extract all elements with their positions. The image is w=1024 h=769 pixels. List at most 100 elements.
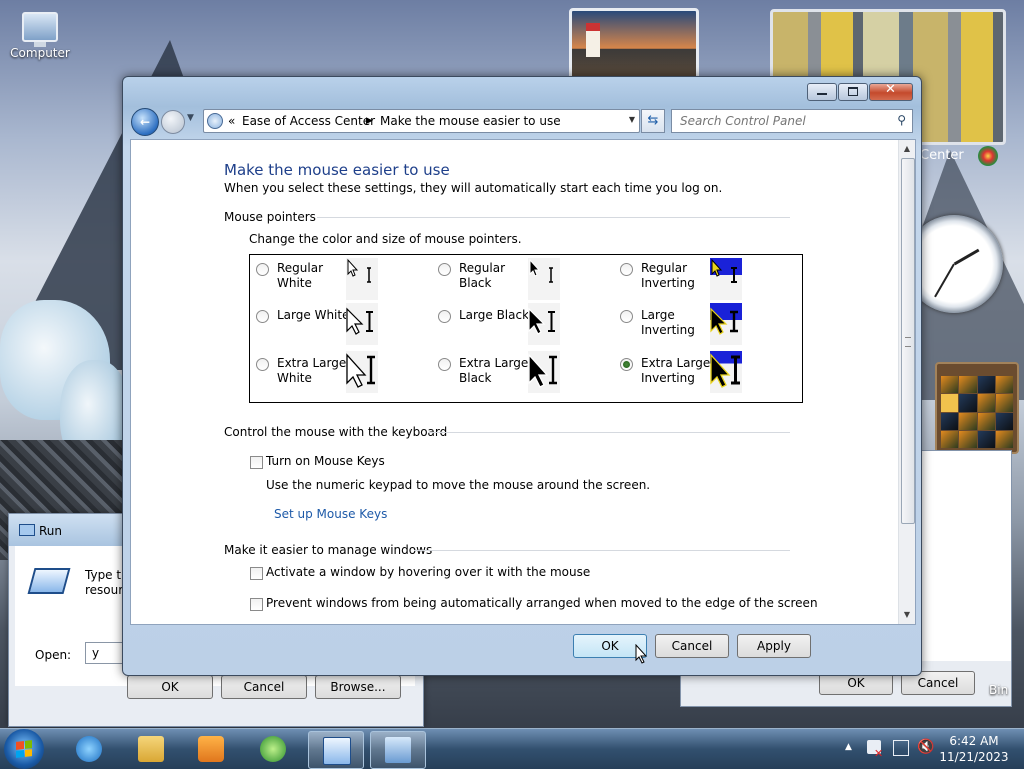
search-input[interactable] [678, 110, 882, 132]
run-program-icon [27, 568, 71, 594]
radio-extra-large-black[interactable] [438, 358, 451, 371]
breadcrumb-overflow[interactable]: « [228, 114, 235, 128]
preview-extra-large-black [528, 351, 560, 393]
run-title: Run [39, 524, 63, 538]
scroll-down-icon[interactable]: ▼ [899, 608, 915, 622]
puzzle-grid [941, 376, 1013, 448]
section-mouse-pointers: Mouse pointers [224, 210, 316, 224]
taskbar-control-panel[interactable] [370, 731, 426, 769]
forward-button[interactable] [161, 110, 185, 134]
preview-large-white [346, 303, 378, 345]
option-label: Regular Inverting [641, 261, 695, 290]
media-center-icon [260, 736, 286, 762]
windows-orb-icon [978, 146, 998, 166]
minimize-button[interactable] [807, 83, 837, 101]
option-label: Large White [277, 308, 350, 322]
prevent-arrange-checkbox[interactable] [250, 598, 263, 611]
pointer-instruction: Change the color and size of mouse point… [249, 232, 522, 246]
radio-extra-large-inverting[interactable] [620, 358, 633, 371]
breadcrumb-separator-icon[interactable]: ▶ [366, 116, 373, 126]
radio-extra-large-white[interactable] [256, 358, 269, 371]
center-partial-label: Center [920, 148, 964, 163]
radio-large-inverting[interactable] [620, 310, 633, 323]
run-icon [19, 524, 35, 536]
mouse-cursor-icon [635, 644, 648, 664]
taskbar-windows-media-center[interactable] [246, 731, 300, 767]
run-cancel-button[interactable]: Cancel [221, 675, 307, 699]
refresh-icon: ⇆ [647, 113, 659, 128]
action-center-alert-icon: ✕ [874, 747, 884, 760]
network-icon[interactable] [893, 740, 909, 756]
clock-time: 6:42 AM [949, 734, 999, 748]
search-box[interactable]: ⚲ [671, 109, 913, 133]
folder-icon [138, 736, 164, 762]
taskbar-internet-explorer[interactable] [62, 731, 116, 767]
run-open-label: Open: [35, 648, 72, 662]
scroll-up-icon[interactable]: ▲ [899, 142, 915, 156]
preview-extra-large-white [346, 351, 378, 393]
breadcrumb-ease-of-access[interactable]: Ease of Access Center [242, 114, 375, 128]
back-button[interactable]: ← [131, 108, 159, 136]
option-label: Extra Large White [277, 356, 347, 385]
windows-logo-icon [16, 740, 32, 758]
show-hidden-icons-arrow[interactable]: ▲ [845, 742, 852, 752]
section-divider [428, 432, 790, 433]
desktop-icon-computer[interactable]: Computer [8, 8, 72, 60]
close-button[interactable]: ✕ [869, 82, 913, 101]
system-clock[interactable]: 6:42 AM 11/21/2023 [935, 733, 1013, 765]
start-button[interactable] [4, 729, 44, 769]
taskbar-explorer[interactable] [124, 731, 178, 767]
scroll-thumb[interactable] [901, 158, 915, 524]
option-label: Extra Large Inverting [641, 356, 711, 385]
radio-regular-inverting[interactable] [620, 263, 633, 276]
clock-hour-hand [953, 248, 980, 266]
mouse-keys-label[interactable]: Turn on Mouse Keys [266, 454, 385, 468]
page-subtitle: When you select these settings, they wil… [224, 181, 723, 195]
vertical-scrollbar[interactable]: ▲ ▼ [898, 140, 915, 624]
cancel-button[interactable]: Cancel [655, 634, 729, 658]
lighthouse-image [586, 23, 600, 57]
picture-puzzle-gadget[interactable] [935, 362, 1019, 454]
desktop-icon-label: Computer [10, 46, 70, 60]
run-browse-button[interactable]: Browse... [315, 675, 401, 699]
page-title: Make the mouse easier to use [224, 161, 450, 179]
apply-button[interactable]: Apply [737, 634, 811, 658]
radio-large-black[interactable] [438, 310, 451, 323]
taskbar: ▲ ✕ 🔇 6:42 AM 11/21/2023 [0, 728, 1024, 769]
refresh-button[interactable]: ⇆ [641, 109, 665, 133]
activate-hover-label[interactable]: Activate a window by hovering over it wi… [266, 565, 590, 579]
prevent-arrange-label[interactable]: Prevent windows from being automatically… [266, 596, 818, 610]
activate-hover-checkbox[interactable] [250, 567, 263, 580]
window-controls: ✕ [806, 82, 913, 101]
mouse-keys-checkbox[interactable] [250, 456, 263, 469]
section-divider [317, 217, 790, 218]
option-label: Large Black [459, 308, 530, 322]
section-divider [414, 550, 790, 551]
section-windows: Make it easier to manage windows [224, 543, 433, 557]
taskbar-run[interactable] [308, 731, 364, 769]
volume-muted-icon[interactable]: 🔇 [917, 739, 934, 755]
radio-regular-black[interactable] [438, 263, 451, 276]
slideshow-gadget-photo[interactable] [569, 8, 699, 82]
taskbar-media-player[interactable] [184, 731, 238, 767]
clock-date: 11/21/2023 [939, 750, 1009, 764]
preview-regular-white [346, 258, 378, 300]
option-label: Large Inverting [641, 308, 695, 337]
preview-regular-black [528, 258, 560, 300]
search-icon[interactable]: ⚲ [897, 113, 906, 127]
maximize-button[interactable] [838, 83, 868, 101]
control-panel-window: ✕ ← ▼ « Ease of Access Center ▶ Make the… [122, 76, 922, 676]
pointer-scheme-box: Regular White Regular Black Regular Inve… [249, 254, 803, 403]
radio-regular-white[interactable] [256, 263, 269, 276]
address-bar[interactable]: « Ease of Access Center ▶ Make the mouse… [203, 109, 640, 133]
radio-large-white[interactable] [256, 310, 269, 323]
setup-mouse-keys-link[interactable]: Set up Mouse Keys [274, 507, 387, 521]
run-ok-button[interactable]: OK [127, 675, 213, 699]
computer-icon [22, 12, 58, 47]
preview-regular-inverting [710, 258, 742, 300]
recent-pages-dropdown[interactable]: ▼ [187, 113, 194, 123]
media-player-icon [198, 736, 224, 762]
breadcrumb-current[interactable]: Make the mouse easier to use [380, 114, 561, 128]
address-dropdown-icon[interactable]: ▼ [629, 115, 635, 124]
preview-large-inverting [710, 303, 742, 345]
